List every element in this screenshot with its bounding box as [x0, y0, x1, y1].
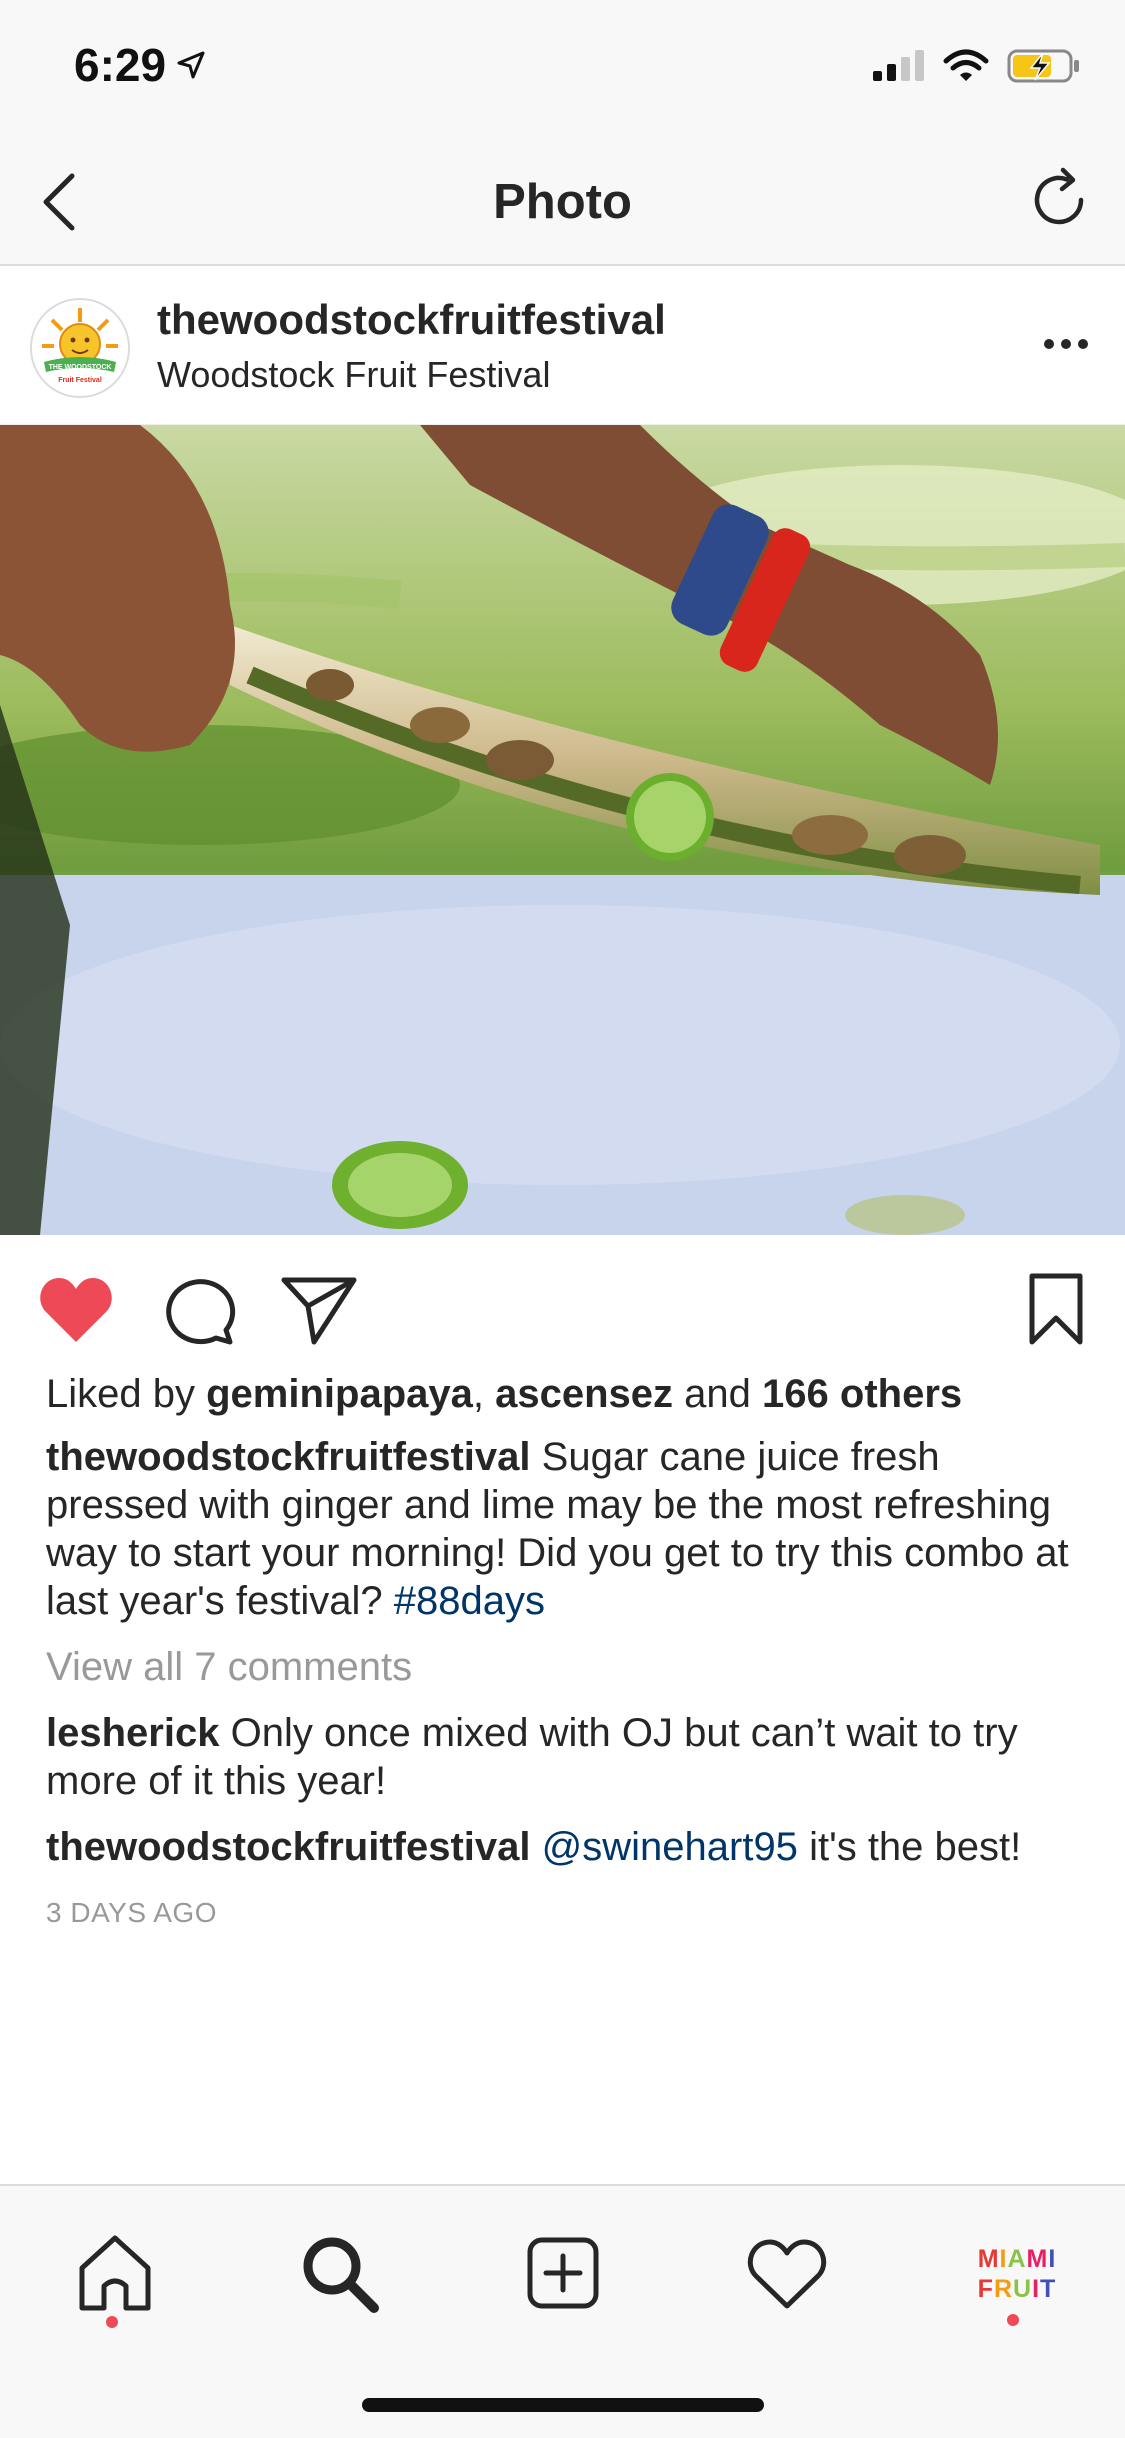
tab-home[interactable] — [70, 2228, 160, 2318]
caption-hashtag[interactable]: #88days — [394, 1579, 545, 1623]
post-caption: thewoodstockfruitfestival Sugar cane jui… — [46, 1433, 1076, 1625]
comment-mention[interactable]: @swinehart95 — [542, 1825, 798, 1869]
caption-username[interactable]: thewoodstockfruitfestival — [46, 1435, 531, 1479]
profile-logo-line1: MIAMI — [977, 2245, 1057, 2273]
comment-text: it's the best! — [809, 1825, 1022, 1869]
status-indicators — [871, 48, 1081, 84]
page-title: Photo — [493, 175, 632, 229]
time-text: 6:29 — [74, 39, 167, 91]
search-icon — [303, 2237, 379, 2313]
status-bar: 6:29 — [0, 0, 1125, 140]
liked-by-label: Liked by — [46, 1372, 195, 1416]
home-indicator[interactable] — [362, 2398, 764, 2412]
home-notification-dot — [106, 2316, 118, 2328]
avatar[interactable]: THE WOODSTOCK Fruit Festival — [30, 298, 130, 398]
share-button[interactable] — [280, 1272, 358, 1353]
tab-activity[interactable] — [742, 2228, 832, 2318]
more-options-icon — [1044, 339, 1088, 349]
liked-by-user-link[interactable]: ascensez — [495, 1372, 673, 1416]
liked-by-separator: , — [472, 1372, 484, 1416]
like-button[interactable] — [36, 1272, 116, 1353]
comment-username[interactable]: lesherick — [46, 1711, 219, 1755]
add-post-icon — [527, 2237, 599, 2309]
comment-item: thewoodstockfruitfestival @swinehart95 i… — [46, 1823, 1076, 1871]
liked-by-and: and — [684, 1372, 751, 1416]
activity-heart-icon — [747, 2239, 827, 2309]
refresh-button[interactable] — [1023, 164, 1095, 236]
home-icon — [79, 2235, 151, 2311]
tab-profile[interactable]: MIAMI FRUIT — [971, 2244, 1063, 2314]
profile-logo-line2: FRUIT — [977, 2275, 1057, 2303]
post-location[interactable]: Woodstock Fruit Festival — [157, 354, 550, 396]
svg-text:THE WOODSTOCK: THE WOODSTOCK — [49, 364, 112, 371]
post-details: Liked by geminipapaya, ascensez and 166 … — [46, 1370, 1076, 1937]
wifi-icon — [943, 49, 989, 81]
profile-notification-dot — [1007, 2314, 1019, 2326]
refresh-icon — [1034, 167, 1084, 225]
more-options-button[interactable] — [1035, 316, 1097, 372]
svg-text:Fruit Festival: Fruit Festival — [58, 377, 102, 384]
heart-filled-icon — [40, 1278, 112, 1342]
tab-search[interactable] — [294, 2228, 384, 2318]
post-header: THE WOODSTOCK Fruit Festival thewoodstoc… — [0, 266, 1125, 425]
post-photo[interactable] — [0, 425, 1125, 1235]
post-timestamp: 3 DAYS AGO — [46, 1897, 217, 1928]
view-all-comments-link[interactable]: View all 7 comments — [46, 1643, 1076, 1691]
status-time: 6:29 — [74, 38, 206, 92]
sun-logo-icon: THE WOODSTOCK Fruit Festival — [32, 300, 128, 396]
comment-icon — [166, 1279, 236, 1345]
liked-by-user-link[interactable]: geminipapaya — [206, 1372, 473, 1416]
bookmark-icon — [1029, 1273, 1083, 1345]
battery-charging-icon — [1007, 49, 1079, 83]
tab-new-post[interactable] — [518, 2228, 608, 2318]
signal-icon — [873, 50, 924, 81]
liked-by-others-link[interactable]: 166 others — [762, 1372, 962, 1416]
comment-button[interactable] — [160, 1272, 238, 1353]
bookmark-button[interactable] — [1024, 1272, 1088, 1353]
likes-summary[interactable]: Liked by geminipapaya, ascensez and 166 … — [46, 1370, 1076, 1418]
sugar-cane-photo — [0, 425, 1125, 1235]
comment-username[interactable]: thewoodstockfruitfestival — [46, 1825, 531, 1869]
location-arrow-icon — [177, 51, 205, 79]
comment-item: lesherick Only once mixed with OJ but ca… — [46, 1709, 1076, 1805]
share-icon — [281, 1277, 357, 1345]
navigation-bar: Photo — [0, 140, 1125, 266]
post-username[interactable]: thewoodstockfruitfestival — [157, 296, 666, 344]
post-action-bar — [0, 1262, 1125, 1358]
